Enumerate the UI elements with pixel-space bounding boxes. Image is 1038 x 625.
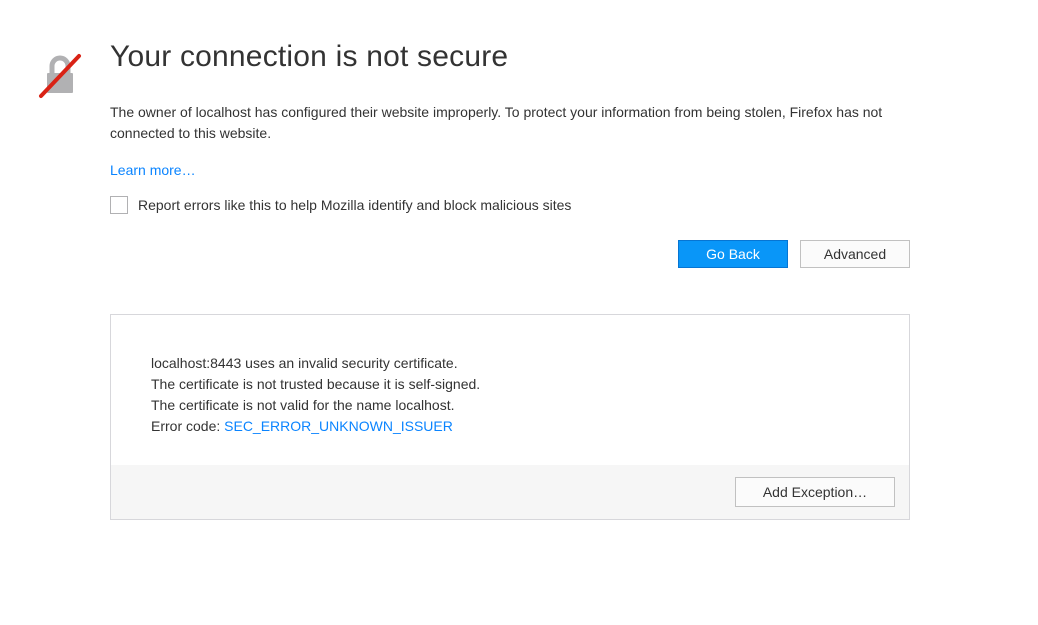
error-code-label: Error code: [151, 418, 224, 434]
report-errors-checkbox[interactable] [110, 196, 128, 214]
cert-selfsigned-text: The certificate is not trusted because i… [151, 374, 869, 395]
error-code-line: Error code: SEC_ERROR_UNKNOWN_ISSUER [151, 416, 869, 437]
advanced-button[interactable]: Advanced [800, 240, 910, 268]
advanced-details-panel: localhost:8443 uses an invalid security … [110, 314, 910, 520]
report-errors-label[interactable]: Report errors like this to help Mozilla … [138, 197, 571, 213]
error-code-link[interactable]: SEC_ERROR_UNKNOWN_ISSUER [224, 418, 453, 434]
add-exception-button[interactable]: Add Exception… [735, 477, 895, 507]
go-back-button[interactable]: Go Back [678, 240, 788, 268]
warning-body: The owner of localhost has configured th… [110, 102, 910, 144]
page-title: Your connection is not secure [110, 40, 910, 74]
learn-more-link[interactable]: Learn more… [110, 162, 196, 178]
cert-invalid-text: localhost:8443 uses an invalid security … [151, 353, 869, 374]
insecure-lock-icon [35, 40, 85, 103]
cert-name-mismatch-text: The certificate is not valid for the nam… [151, 395, 869, 416]
